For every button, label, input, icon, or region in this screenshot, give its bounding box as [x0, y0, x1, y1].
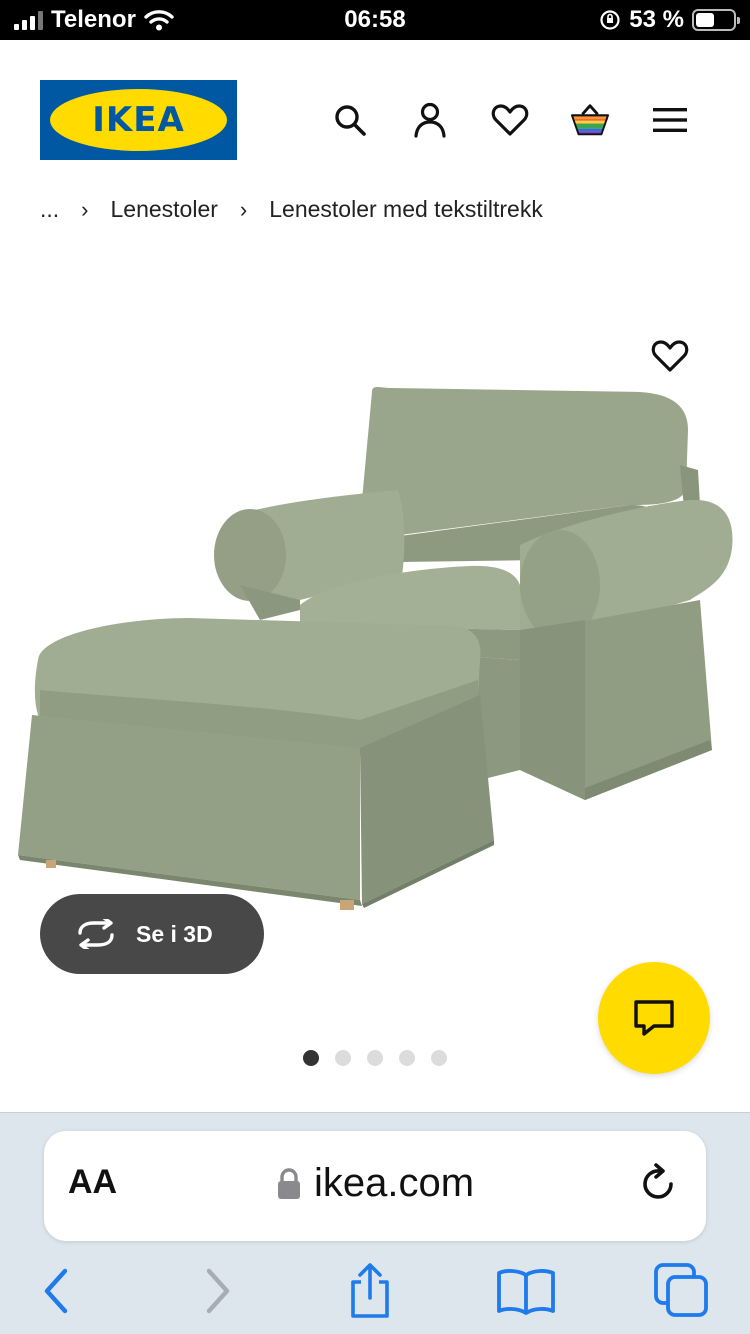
cart-icon[interactable] — [570, 100, 610, 140]
forward-button[interactable] — [188, 1261, 248, 1321]
battery-percent: 53 % — [629, 6, 684, 33]
gallery-dot[interactable] — [335, 1050, 351, 1066]
rotate-3d-icon — [78, 919, 114, 949]
url-display[interactable]: ikea.com — [44, 1161, 706, 1206]
address-bar[interactable]: AA ikea.com — [44, 1131, 706, 1241]
reload-icon[interactable] — [636, 1161, 682, 1207]
menu-icon[interactable] — [650, 100, 690, 140]
chevron-right-icon — [206, 1268, 230, 1314]
lock-icon — [277, 1167, 300, 1199]
gallery-dot[interactable] — [303, 1050, 319, 1066]
url-text: ikea.com — [313, 1161, 475, 1205]
gallery-dot[interactable] — [431, 1050, 447, 1066]
back-button[interactable] — [26, 1261, 86, 1321]
product-image[interactable] — [0, 300, 750, 940]
site-header: IKEA — [0, 40, 750, 180]
favorite-button[interactable] — [648, 334, 692, 378]
chevron-right-icon: › — [239, 196, 248, 222]
tabs-icon — [654, 1263, 708, 1317]
status-right: 53 % — [599, 6, 740, 34]
breadcrumb-ellipsis[interactable]: ... — [40, 196, 59, 223]
orientation-lock-icon — [600, 10, 620, 30]
breadcrumb-item-current[interactable]: Lenestoler med tekstiltrekk — [269, 196, 543, 223]
battery-icon — [692, 9, 740, 31]
chat-bubble-icon — [634, 1000, 674, 1036]
chevron-left-icon — [44, 1268, 68, 1314]
share-icon — [351, 1263, 389, 1318]
view-in-3d-label: Se i 3D — [136, 920, 213, 947]
gallery-dot[interactable] — [399, 1050, 415, 1066]
bookmarks-button[interactable] — [496, 1261, 556, 1321]
share-button[interactable] — [340, 1261, 400, 1321]
book-icon — [497, 1269, 555, 1315]
status-bar: Telenor 06:58 53 % — [0, 0, 750, 40]
browser-toolbar: AA ikea.com — [0, 1112, 750, 1334]
armchair-footstool-image — [18, 387, 733, 910]
view-in-3d-button[interactable]: Se i 3D — [40, 894, 264, 974]
heart-icon — [651, 340, 689, 372]
breadcrumb: ... › Lenestoler › Lenestoler med teksti… — [40, 196, 543, 223]
search-icon[interactable] — [330, 100, 370, 140]
user-icon[interactable] — [410, 100, 450, 140]
breadcrumb-item-lenestoler[interactable]: Lenestoler — [111, 196, 218, 223]
heart-icon[interactable] — [490, 100, 530, 140]
logo-text: IKEA — [92, 100, 185, 140]
chevron-right-icon: › — [81, 196, 89, 222]
ikea-logo[interactable]: IKEA — [40, 80, 237, 160]
gallery-pagination — [0, 1050, 750, 1066]
gallery-dot[interactable] — [367, 1050, 383, 1066]
tabs-button[interactable] — [652, 1261, 712, 1321]
